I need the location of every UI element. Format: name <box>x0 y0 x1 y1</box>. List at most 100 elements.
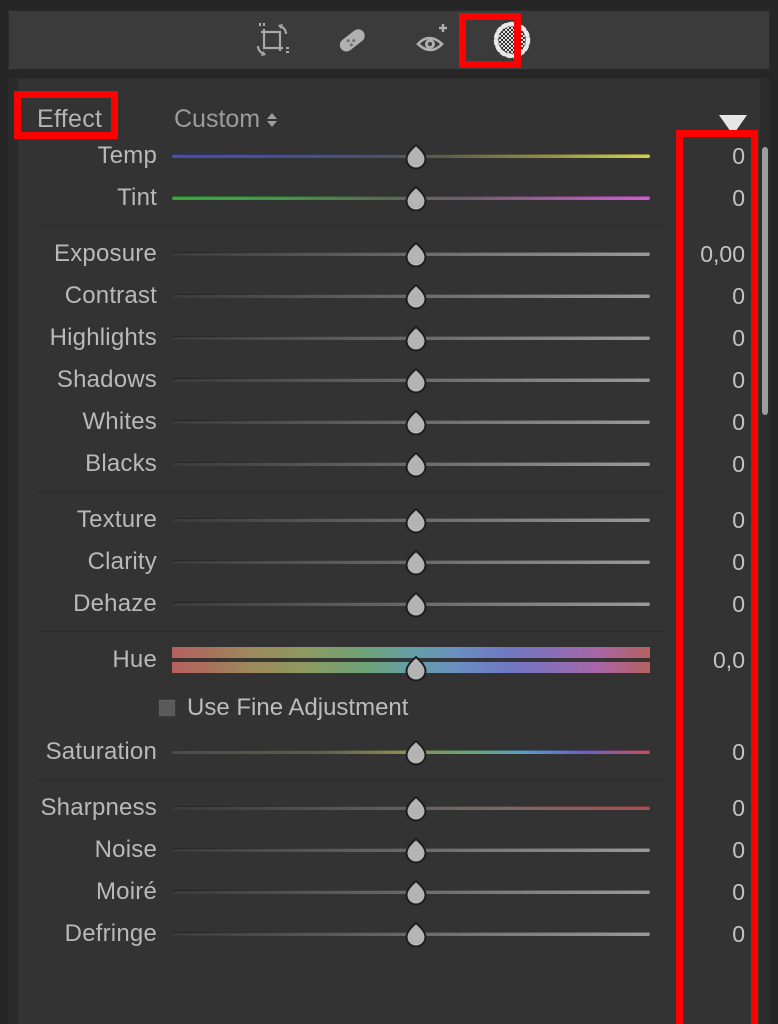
slider-value[interactable]: 0 <box>661 877 753 907</box>
slider-handle[interactable] <box>404 796 428 822</box>
slider-row-clarity: Clarity 0 <box>9 547 770 589</box>
slider-handle[interactable] <box>404 550 428 576</box>
crop-rotate-icon <box>256 23 289 56</box>
slider-value[interactable]: 0 <box>661 919 753 949</box>
effect-header-row: Effect : Custom <box>9 97 770 141</box>
slider-handle[interactable] <box>404 880 428 906</box>
slider-label: Noise <box>94 836 157 863</box>
slider-track-area[interactable] <box>172 793 650 823</box>
slider-label: Sharpness <box>40 794 157 821</box>
slider-value[interactable]: 0 <box>661 365 753 395</box>
lightroom-develop-panel: Effect : Custom Temp 0 Tint 0 Exposure 0,00 Co… <box>0 0 778 1024</box>
slider-row-exposure: Exposure 0,00 <box>9 239 770 281</box>
slider-handle[interactable] <box>404 186 428 212</box>
slider-value[interactable]: 0 <box>661 141 753 171</box>
slider-handle[interactable] <box>404 452 428 478</box>
slider-value[interactable]: 0 <box>661 737 753 767</box>
slider-row-defringe: Defringe 0 <box>9 919 770 961</box>
slider-value[interactable]: 0 <box>661 505 753 535</box>
bandage-heal-icon <box>339 29 365 52</box>
effect-preset-value: Custom <box>174 105 261 133</box>
slider-row-dehaze: Dehaze 0 <box>9 589 770 631</box>
use-fine-adjustment-checkbox[interactable] <box>158 699 176 717</box>
slider-row-hue: Hue 0,0 <box>9 645 770 687</box>
slider-value[interactable]: 0 <box>661 793 753 823</box>
slider-track-area[interactable] <box>172 835 650 865</box>
slider-label: Temp <box>97 142 157 169</box>
slider-row-shadows: Shadows 0 <box>9 365 770 407</box>
slider-row-contrast: Contrast 0 <box>9 281 770 323</box>
slider-track-area[interactable] <box>172 505 650 535</box>
slider-label: Whites <box>82 408 157 435</box>
slider-handle[interactable] <box>404 284 428 310</box>
slider-track-area[interactable] <box>172 183 650 213</box>
slider-label: Tint <box>117 184 157 211</box>
slider-value[interactable]: 0 <box>661 407 753 437</box>
slider-handle[interactable] <box>404 592 428 618</box>
slider-track-area[interactable] <box>172 737 650 767</box>
triangle-down-icon[interactable] <box>719 115 747 135</box>
use-fine-adjustment-row[interactable]: Use Fine Adjustment <box>9 693 770 729</box>
slider-track-area[interactable] <box>172 547 650 577</box>
slider-value[interactable]: 0 <box>661 183 753 213</box>
chevron-updown-icon <box>267 113 278 127</box>
slider-track-area[interactable] <box>172 141 650 171</box>
slider-handle[interactable] <box>404 242 428 268</box>
slider-track-area[interactable] <box>172 407 650 437</box>
slider-value[interactable]: 0,00 <box>661 239 753 269</box>
slider-label: Dehaze <box>73 590 157 617</box>
use-fine-adjustment-label: Use Fine Adjustment <box>187 694 409 721</box>
slider-handle[interactable] <box>404 326 428 352</box>
slider-label: Saturation <box>45 738 157 765</box>
slider-row-saturation: Saturation 0 <box>9 737 770 779</box>
slider-handle[interactable] <box>404 838 428 864</box>
effect-label: Effect : <box>37 105 117 133</box>
masking-tool[interactable] <box>490 18 534 62</box>
effect-panel: Effect : Custom Temp 0 Tint 0 Exposure 0,00 Co… <box>8 78 770 1024</box>
section-divider <box>37 225 665 226</box>
healing-tool[interactable] <box>330 18 374 62</box>
slider-value[interactable]: 0 <box>661 323 753 353</box>
slider-handle[interactable] <box>404 740 428 766</box>
slider-handle[interactable] <box>404 144 428 170</box>
slider-track-area[interactable] <box>172 239 650 269</box>
slider-handle[interactable] <box>404 656 428 682</box>
slider-value[interactable]: 0 <box>661 281 753 311</box>
slider-label: Defringe <box>64 920 157 947</box>
slider-row-blacks: Blacks 0 <box>9 449 770 491</box>
slider-track-area[interactable] <box>172 323 650 353</box>
section-divider <box>37 631 665 632</box>
slider-value[interactable]: 0 <box>661 449 753 479</box>
mask-dotted-circle-icon <box>493 21 531 59</box>
slider-row-moir: Moiré 0 <box>9 877 770 919</box>
slider-label: Moiré <box>95 878 157 905</box>
slider-handle[interactable] <box>404 922 428 948</box>
slider-track-area[interactable] <box>172 281 650 311</box>
section-divider <box>37 491 665 492</box>
slider-label: Contrast <box>64 282 157 309</box>
slider-value[interactable]: 0 <box>661 547 753 577</box>
red-eye-tool[interactable] <box>410 18 454 62</box>
slider-track-area[interactable] <box>172 877 650 907</box>
slider-track-area[interactable] <box>172 365 650 395</box>
slider-value[interactable]: 0 <box>661 835 753 865</box>
slider-track-area[interactable] <box>172 919 650 949</box>
effect-preset-dropdown[interactable]: Custom <box>174 105 278 134</box>
slider-track-area[interactable] <box>172 645 650 682</box>
slider-row-tint: Tint 0 <box>9 183 770 225</box>
slider-handle[interactable] <box>404 368 428 394</box>
slider-track-area[interactable] <box>172 449 650 479</box>
slider-value[interactable]: 0 <box>661 589 753 619</box>
slider-row-noise: Noise 0 <box>9 835 770 877</box>
slider-row-texture: Texture 0 <box>9 505 770 547</box>
slider-value[interactable]: 0,0 <box>661 645 753 675</box>
slider-label: Shadows <box>56 366 157 393</box>
slider-label: Blacks <box>85 450 157 477</box>
panel-scrollbar[interactable] <box>762 147 768 415</box>
slider-track-area[interactable] <box>172 589 650 619</box>
slider-handle[interactable] <box>404 508 428 534</box>
slider-label: Highlights <box>49 324 157 351</box>
tool-strip <box>8 10 770 70</box>
slider-handle[interactable] <box>404 410 428 436</box>
crop-overlay-tool[interactable] <box>250 18 294 62</box>
